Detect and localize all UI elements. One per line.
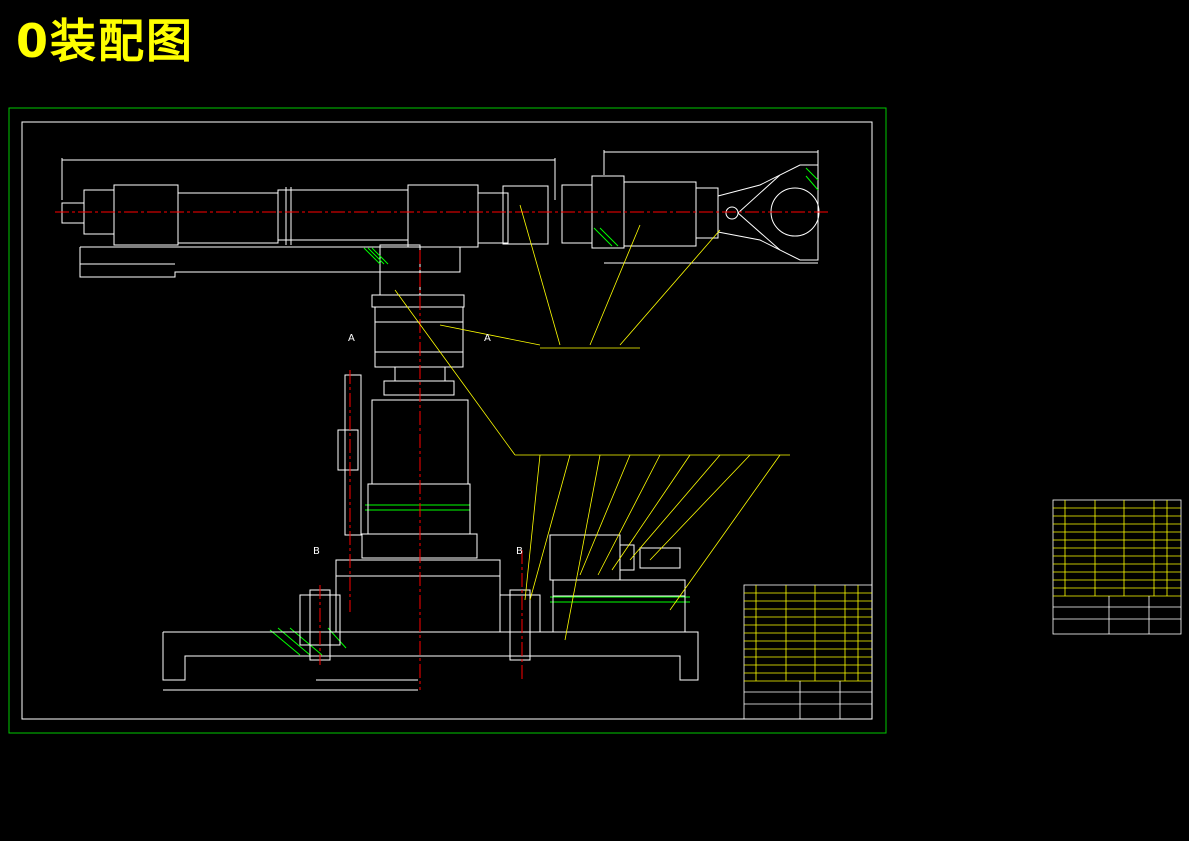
outer-sheet-frame	[8, 107, 887, 734]
section-b-right-label: B	[516, 546, 523, 557]
section-a-right-label: A	[484, 333, 491, 344]
section-b-left-label: B	[313, 546, 320, 557]
upper-arm-assembly	[61, 150, 820, 308]
center-lines	[55, 211, 830, 690]
bom-table-detached	[1052, 499, 1182, 635]
assembly-drawing: A A B B	[8, 107, 1182, 734]
section-hatching	[269, 167, 819, 656]
part-leaders	[394, 204, 790, 641]
drive-motor	[549, 534, 686, 633]
section-a-left-label: A	[348, 333, 355, 344]
bom-table-main	[743, 584, 873, 720]
motor-column	[162, 374, 699, 691]
waist-joint	[374, 306, 464, 396]
